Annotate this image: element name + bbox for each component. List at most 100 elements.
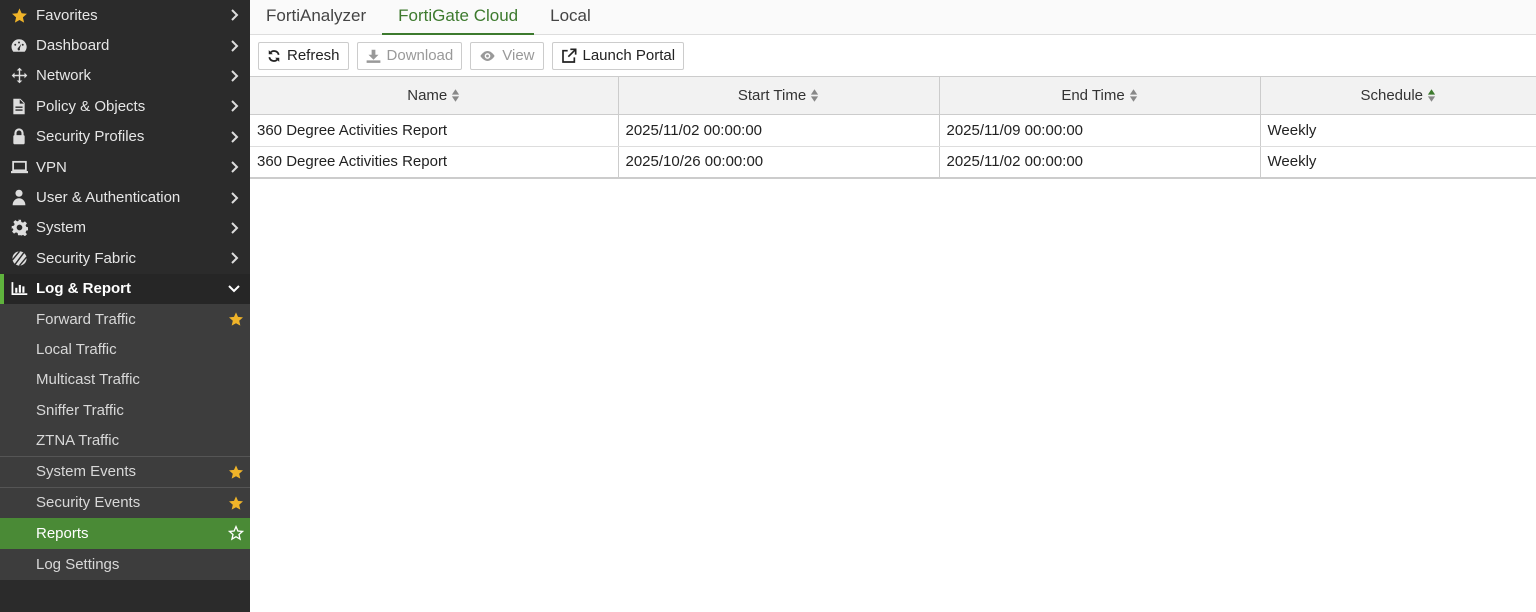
sort-icon: [811, 89, 819, 103]
chevron-right-icon: [231, 9, 239, 21]
chevron-right-icon: [231, 131, 239, 143]
download-icon: [366, 49, 380, 63]
tab-fortianalyzer[interactable]: FortiAnalyzer: [250, 0, 382, 35]
external-link-icon: [561, 48, 576, 63]
table-row[interactable]: 360 Degree Activities Report 2025/11/02 …: [250, 114, 1536, 147]
gear-icon: [10, 219, 28, 237]
sidebar-item-label: Dashboard: [36, 37, 110, 55]
sidebar-item-label: Forward Traffic: [36, 310, 136, 328]
column-header-end-time[interactable]: End Time: [939, 77, 1261, 115]
table-row[interactable]: 360 Degree Activities Report 2025/10/26 …: [250, 146, 1536, 179]
laptop-icon: [10, 158, 28, 176]
tab-bar: FortiAnalyzer FortiGate Cloud Local: [250, 0, 1536, 35]
sidebar-item-log-report[interactable]: Log & Report: [0, 273, 250, 304]
launch-portal-label: Launch Portal: [582, 47, 676, 64]
sidebar-item-label: Security Events: [36, 494, 141, 512]
tab-local[interactable]: Local: [534, 0, 607, 35]
sidebar-item-favorites[interactable]: Favorites: [0, 0, 250, 30]
star-filled-icon[interactable]: [228, 311, 244, 327]
eye-icon: [480, 50, 495, 61]
sidebar-item-network[interactable]: Network: [0, 61, 250, 91]
star-filled-icon[interactable]: [228, 495, 244, 511]
cell-start-time: 2025/11/02 00:00:00: [618, 114, 940, 147]
cell-name: 360 Degree Activities Report: [250, 146, 619, 179]
cell-schedule: Weekly: [1260, 146, 1536, 179]
sidebar-item-system[interactable]: System: [0, 213, 250, 243]
sidebar-item-label: Log Settings: [36, 555, 120, 573]
sort-ascending-icon: [1427, 89, 1436, 103]
sidebar-subitem-ztna-traffic[interactable]: ZTNA Traffic: [0, 425, 250, 455]
sidebar-item-label: ZTNA Traffic: [36, 432, 120, 450]
chevron-right-icon: [231, 39, 239, 52]
cell-name: 360 Degree Activities Report: [250, 114, 619, 147]
cell-schedule: Weekly: [1260, 114, 1536, 147]
sidebar-item-label: VPN: [36, 158, 67, 176]
policy-icon: [10, 97, 28, 115]
log-report-submenu: Forward Traffic Local Traffic Multicast …: [0, 303, 250, 580]
dashboard-icon: [10, 37, 28, 55]
toolbar: Refresh Download View Launch Portal: [250, 35, 1536, 77]
cell-start-time: 2025/10/26 00:00:00: [618, 146, 940, 179]
view-button[interactable]: View: [470, 41, 544, 70]
chevron-right-icon: [231, 252, 239, 265]
sidebar-item-label: Network: [36, 67, 92, 85]
refresh-label: Refresh: [287, 47, 340, 64]
sidebar-subitem-security-events[interactable]: Security Events: [0, 486, 250, 518]
main-content: FortiAnalyzer FortiGate Cloud Local Refr…: [250, 0, 1536, 612]
column-header-name[interactable]: Name: [250, 77, 619, 115]
sidebar-item-label: Log & Report: [36, 280, 131, 298]
sidebar-item-label: Local Traffic: [36, 340, 117, 358]
sidebar-subitem-local-traffic[interactable]: Local Traffic: [0, 334, 250, 364]
sidebar-item-label: System Events: [36, 463, 137, 481]
star-icon: [10, 6, 28, 24]
sidebar-item-security-profiles[interactable]: Security Profiles: [0, 122, 250, 152]
download-label: Download: [386, 47, 454, 64]
cell-end-time: 2025/11/09 00:00:00: [939, 114, 1261, 147]
tab-fortigate-cloud[interactable]: FortiGate Cloud: [382, 0, 535, 35]
table-header-row: Name Start Time End Time Schedule: [250, 77, 1536, 115]
chevron-right-icon: [231, 100, 239, 113]
sidebar-item-label: User & Authentication: [36, 189, 181, 207]
reports-table: Name Start Time End Time Schedule 360 De…: [250, 77, 1536, 179]
fabric-icon: [10, 249, 28, 267]
sidebar-subitem-log-settings[interactable]: Log Settings: [0, 549, 250, 580]
chevron-right-icon: [231, 191, 239, 204]
sidebar-item-label: Reports: [36, 524, 89, 542]
refresh-button[interactable]: Refresh: [258, 41, 349, 70]
sidebar-item-label: Sniffer Traffic: [36, 401, 124, 419]
sidebar-item-user-authentication[interactable]: User & Authentication: [0, 182, 250, 212]
sidebar: Favorites Dashboard Network Policy & Obj…: [0, 0, 250, 612]
refresh-icon: [268, 49, 280, 62]
sidebar-item-dashboard[interactable]: Dashboard: [0, 30, 250, 60]
sort-icon: [1129, 89, 1137, 103]
sidebar-item-policy-objects[interactable]: Policy & Objects: [0, 91, 250, 121]
column-header-start-time[interactable]: Start Time: [618, 77, 940, 115]
sidebar-subitem-multicast-traffic[interactable]: Multicast Traffic: [0, 365, 250, 395]
sidebar-subitem-reports[interactable]: Reports: [0, 517, 250, 549]
sidebar-subitem-forward-traffic[interactable]: Forward Traffic: [0, 304, 250, 334]
user-icon: [10, 189, 28, 207]
star-outline-icon[interactable]: [228, 525, 244, 541]
sort-icon: [452, 89, 460, 103]
sidebar-item-label: Policy & Objects: [36, 97, 146, 115]
sidebar-item-label: System: [36, 219, 87, 237]
sidebar-item-vpn[interactable]: VPN: [0, 152, 250, 182]
star-filled-icon[interactable]: [228, 464, 244, 480]
column-header-schedule[interactable]: Schedule: [1260, 77, 1536, 115]
chevron-right-icon: [231, 222, 239, 234]
sidebar-item-security-fabric[interactable]: Security Fabric: [0, 243, 250, 273]
chevron-right-icon: [231, 70, 239, 82]
chevron-down-icon: [228, 284, 240, 293]
lock-icon: [10, 128, 28, 146]
sidebar-item-label: Favorites: [36, 6, 98, 24]
view-label: View: [502, 47, 535, 64]
sidebar-item-label: Security Fabric: [36, 249, 137, 267]
sidebar-subitem-system-events[interactable]: System Events: [0, 455, 250, 487]
sidebar-item-label: Security Profiles: [36, 128, 145, 146]
sidebar-subitem-sniffer-traffic[interactable]: Sniffer Traffic: [0, 395, 250, 425]
sidebar-item-label: Multicast Traffic: [36, 371, 140, 389]
chart-icon: [10, 280, 28, 298]
download-button[interactable]: Download: [356, 41, 463, 70]
launch-portal-button[interactable]: Launch Portal: [551, 41, 685, 70]
chevron-right-icon: [231, 161, 239, 173]
